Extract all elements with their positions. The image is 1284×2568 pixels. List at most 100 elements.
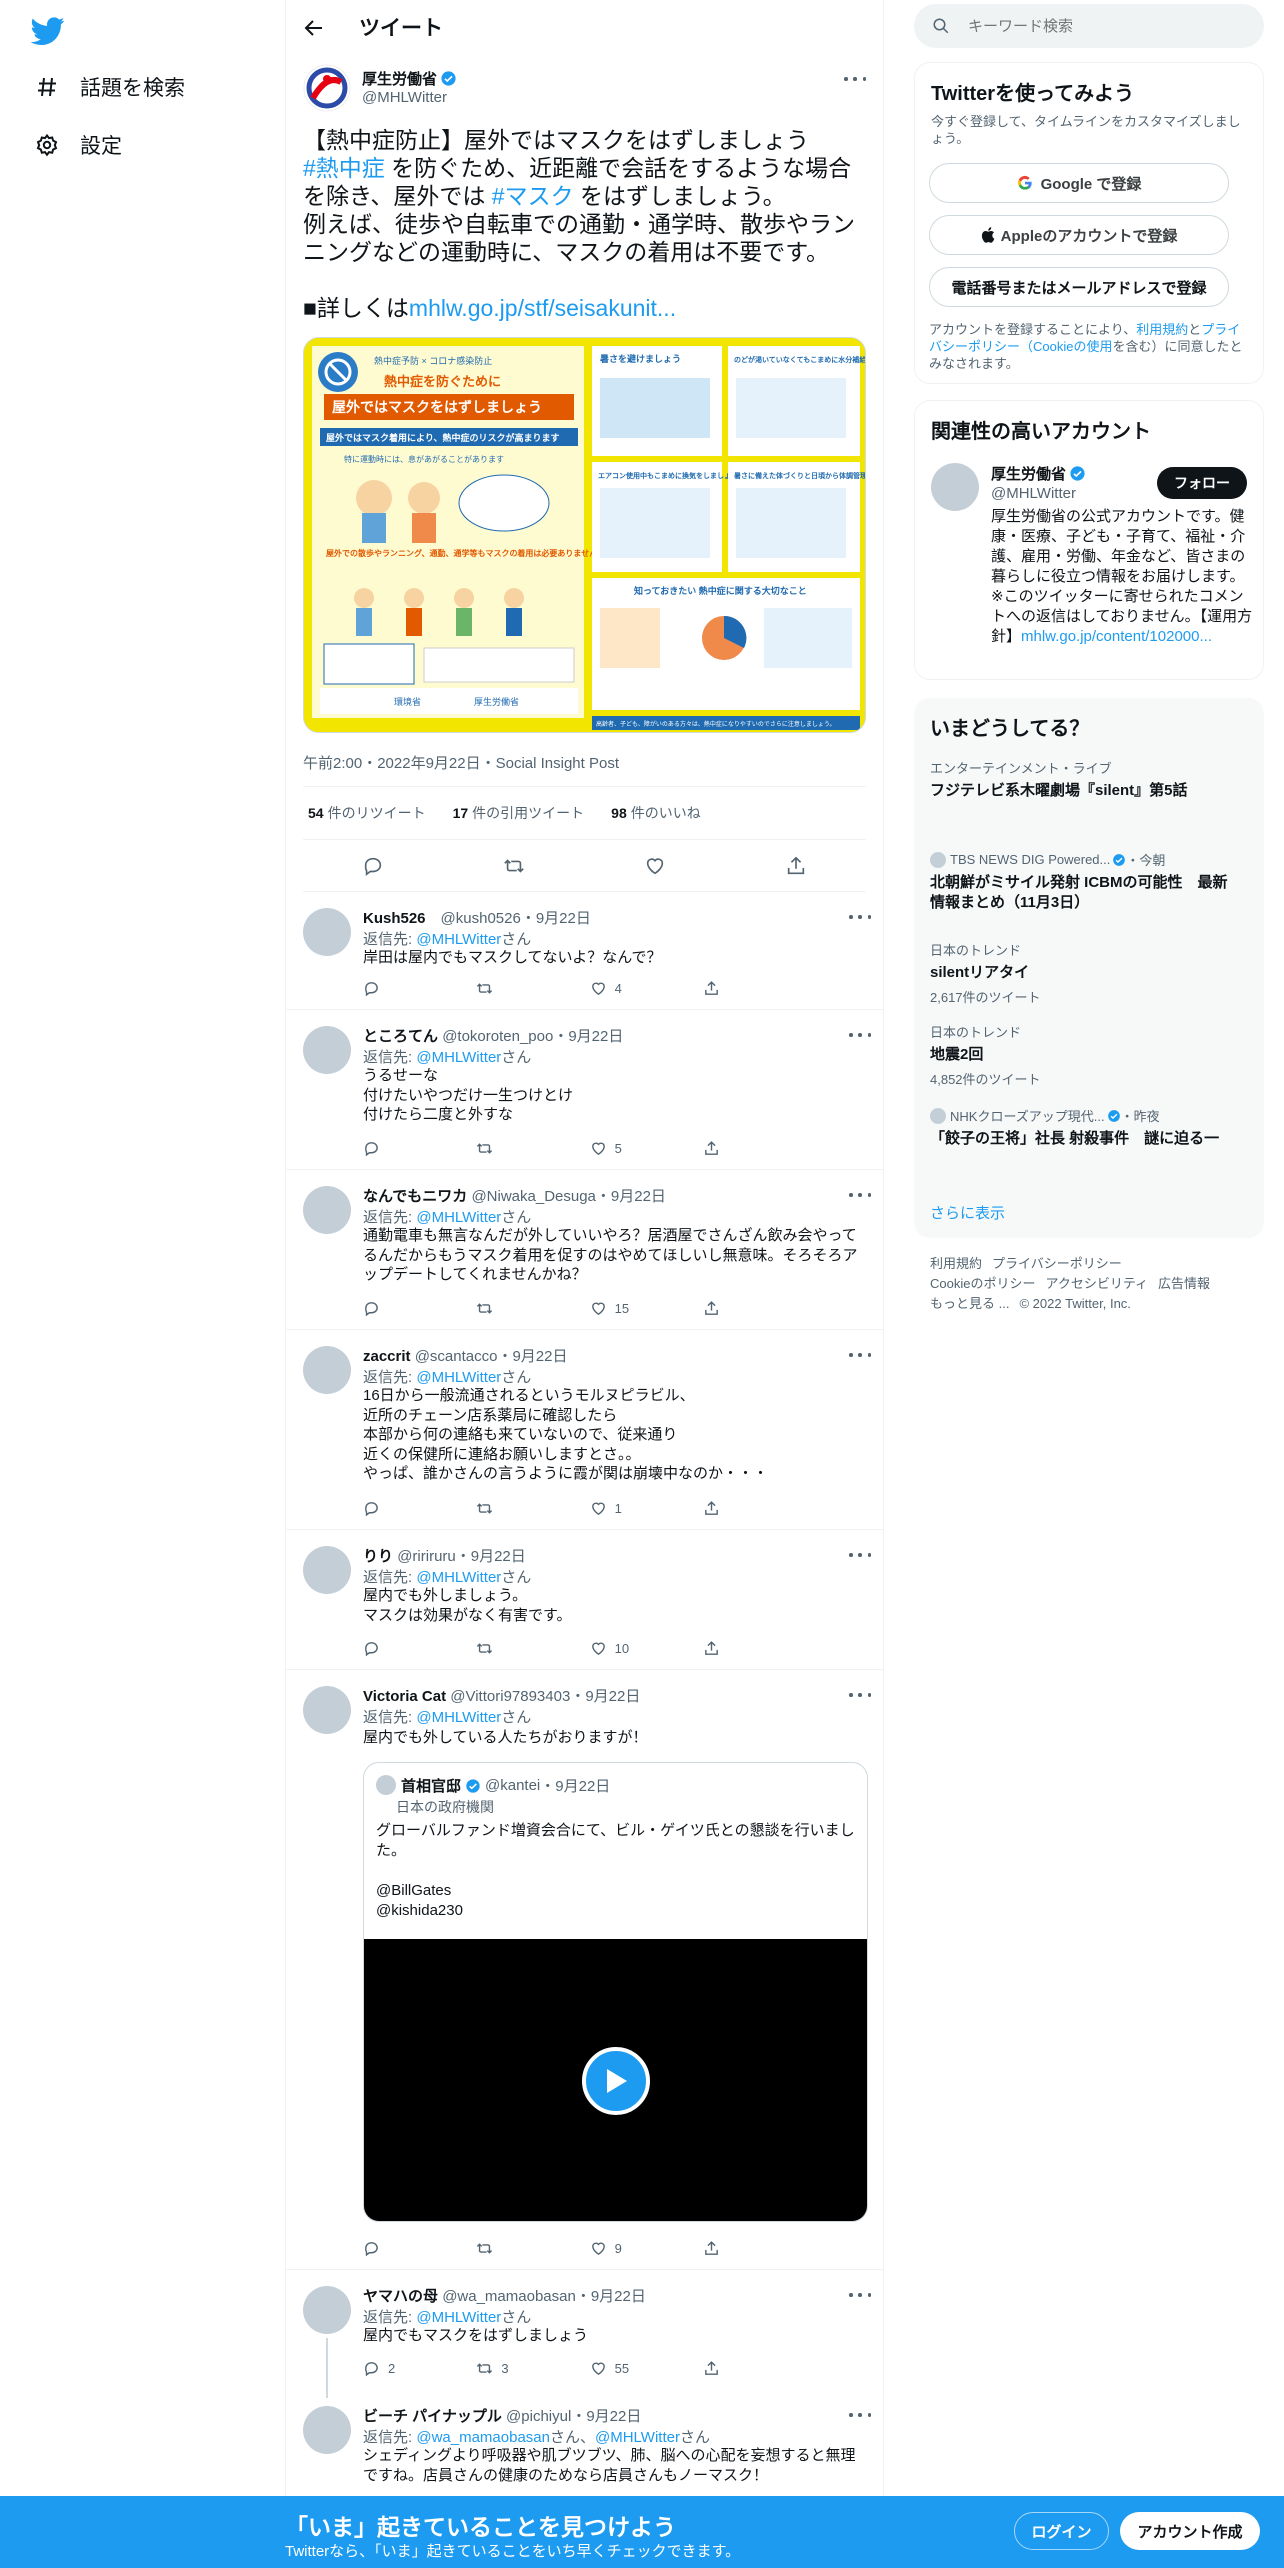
twitter-logo-icon[interactable]: [28, 14, 68, 48]
footer-link[interactable]: プライバシーポリシー: [992, 1256, 1122, 1271]
trend-item[interactable]: TBS NEWS DIG Powered... ・今朝 北朝鮮がミサイル発射 IC…: [930, 850, 1230, 913]
retweets-count[interactable]: 54 件のリツイート: [303, 803, 426, 823]
bio-link[interactable]: mhlw.go.jp/content/102000...: [1021, 628, 1212, 645]
back-arrow-icon[interactable]: [302, 16, 326, 40]
footer-link[interactable]: Cookieのポリシー: [930, 1276, 1035, 1291]
reply-icon[interactable]: [363, 1300, 463, 1317]
retweet-icon[interactable]: [503, 855, 525, 877]
reply-item[interactable]: ビーチ パイナップル @pichiyul・9月22日 返信先: @wa_mama…: [286, 2390, 884, 2500]
reply-icon[interactable]: [363, 1640, 463, 1657]
avatar[interactable]: [303, 1546, 351, 1594]
details-link[interactable]: mhlw.go.jp/stf/seisakunit...: [409, 295, 676, 321]
quoted-tweet[interactable]: 首相官邸 @kantei ・9月22日 日本の政府機関 グローバルファンド増資会合…: [363, 1762, 868, 2222]
like-icon[interactable]: 15: [590, 1300, 690, 1317]
share-icon[interactable]: [703, 1640, 803, 1657]
share-icon[interactable]: [703, 1300, 803, 1317]
share-icon[interactable]: [703, 1140, 803, 1157]
more-options-icon[interactable]: [849, 1030, 871, 1040]
terms-link[interactable]: 利用規約: [1136, 322, 1188, 337]
avatar[interactable]: [303, 1026, 351, 1074]
like-icon[interactable]: 4: [590, 980, 690, 997]
footer-more-link[interactable]: もっと見る ...: [930, 1296, 1009, 1311]
like-icon[interactable]: 10: [590, 1640, 690, 1657]
media-left-sub2: 屋外での散歩やランニング、通勤、通学等もマスクの着用は必要ありません: [326, 548, 597, 558]
reply-icon[interactable]: [362, 855, 384, 877]
like-icon[interactable]: 1: [590, 1500, 690, 1517]
tweet-image[interactable]: 熱中症予防 × コロナ感染防止 熱中症を防ぐために 屋外ではマスクをはずしましょ…: [303, 337, 866, 733]
reply-item[interactable]: なんでもニワカ @Niwaka_Desuga・9月22日 返信先: @MHLWi…: [286, 1170, 884, 1330]
more-options-icon[interactable]: [849, 1190, 871, 1200]
hashtag-link[interactable]: #熱中症: [303, 155, 385, 181]
avatar[interactable]: [303, 1186, 351, 1234]
search-box[interactable]: [914, 4, 1264, 48]
signup-button[interactable]: アカウント作成: [1120, 2512, 1260, 2550]
share-icon[interactable]: [785, 855, 807, 877]
video-player[interactable]: [364, 1939, 867, 2221]
reply-item[interactable]: Kush526 @kush0526・9月22日 返信先: @MHLWitterさ…: [286, 892, 884, 1010]
retweet-icon[interactable]: [476, 1500, 576, 1517]
phone-email-signup-button[interactable]: 電話番号またはメールアドレスで登録: [929, 267, 1229, 307]
avatar[interactable]: [303, 908, 351, 956]
share-icon[interactable]: [703, 2360, 803, 2377]
retweet-icon[interactable]: [476, 2240, 576, 2257]
quote-tweets-count[interactable]: 17 件の引用ツイート: [448, 803, 585, 823]
reply-item[interactable]: りり @ririruru・9月22日 返信先: @MHLWitterさん 屋内で…: [286, 1530, 884, 1670]
media-right-box5: 知っておきたい 熱中症に関する大切なこと: [633, 585, 807, 596]
more-options-icon[interactable]: [849, 1550, 871, 1560]
author-avatar[interactable]: [303, 64, 351, 112]
avatar[interactable]: [303, 1346, 351, 1394]
more-options-icon[interactable]: [849, 1350, 871, 1360]
avatar[interactable]: [303, 2406, 351, 2454]
retweet-icon[interactable]: [476, 1640, 576, 1657]
reply-icon[interactable]: [363, 1500, 463, 1517]
retweet-icon[interactable]: 3: [476, 2360, 576, 2377]
like-icon[interactable]: 55: [590, 2360, 690, 2377]
share-icon[interactable]: [703, 980, 803, 997]
trend-item[interactable]: エンターテインメント・ライブ フジテレビ系木曜劇場『silent』第5話: [930, 758, 1230, 801]
avatar[interactable]: [303, 1686, 351, 1734]
reply-item[interactable]: ヤマハの母 @wa_mamaobasan・9月22日 返信先: @MHLWitt…: [286, 2270, 884, 2398]
google-signup-button[interactable]: Google で登録: [929, 163, 1229, 203]
footer-link[interactable]: アクセシビリティ: [1045, 1276, 1148, 1291]
login-button[interactable]: ログイン: [1014, 2512, 1109, 2550]
follow-button[interactable]: フォロー: [1157, 467, 1247, 499]
reply-item[interactable]: ところてん @tokoroten_poo・9月22日 返信先: @MHLWitt…: [286, 1010, 884, 1170]
show-more-link[interactable]: さらに表示: [930, 1202, 1005, 1223]
share-icon[interactable]: [703, 2240, 803, 2257]
related-account-name[interactable]: 厚生労働省: [991, 463, 1086, 484]
more-options-icon[interactable]: [849, 2290, 871, 2300]
share-icon[interactable]: [703, 1500, 803, 1517]
search-input[interactable]: [968, 17, 1248, 35]
retweet-icon[interactable]: [476, 980, 576, 997]
apple-signup-button[interactable]: Appleのアカウントで登録: [929, 215, 1229, 255]
footer-link[interactable]: 広告情報: [1158, 1276, 1210, 1291]
reply-icon[interactable]: 2: [363, 2360, 463, 2377]
more-options-icon[interactable]: [849, 1690, 871, 1700]
reply-icon[interactable]: [363, 980, 463, 997]
reply-item[interactable]: Victoria Cat @Vittori97893403・9月22日 返信先:…: [286, 1670, 884, 2270]
likes-count[interactable]: 98 件のいいね: [606, 803, 701, 823]
like-icon[interactable]: 5: [590, 1140, 690, 1157]
reply-icon[interactable]: [363, 1140, 463, 1157]
like-icon[interactable]: [644, 855, 666, 877]
footer-link[interactable]: 利用規約: [930, 1256, 982, 1271]
more-options-icon[interactable]: [849, 2410, 871, 2420]
more-options-icon[interactable]: [844, 74, 866, 84]
reply-icon[interactable]: [363, 2240, 463, 2257]
nav-settings[interactable]: 設定: [34, 130, 122, 160]
like-icon[interactable]: 9: [590, 2240, 690, 2257]
author-handle[interactable]: @MHLWitter: [362, 89, 447, 106]
avatar[interactable]: [931, 463, 979, 511]
play-icon[interactable]: [582, 2047, 650, 2115]
hashtag-link[interactable]: #マスク: [492, 183, 574, 209]
more-options-icon[interactable]: [849, 912, 871, 922]
avatar[interactable]: [303, 2286, 351, 2334]
reply-item[interactable]: zaccrit @scantacco・9月22日 返信先: @MHLWitter…: [286, 1330, 884, 1530]
trend-item[interactable]: NHKクローズアップ現代... ・昨夜 「餃子の王将」社長 射殺事件 謎に迫る一: [930, 1106, 1230, 1149]
retweet-icon[interactable]: [476, 1300, 576, 1317]
author-name[interactable]: 厚生労働省: [362, 68, 457, 89]
trend-item[interactable]: 日本のトレンド silentリアタイ 2,617件のツイート: [930, 940, 1230, 1006]
retweet-icon[interactable]: [476, 1140, 576, 1157]
trend-item[interactable]: 日本のトレンド 地震2回 4,852件のツイート: [930, 1022, 1230, 1088]
nav-explore[interactable]: 話題を検索: [34, 72, 185, 102]
